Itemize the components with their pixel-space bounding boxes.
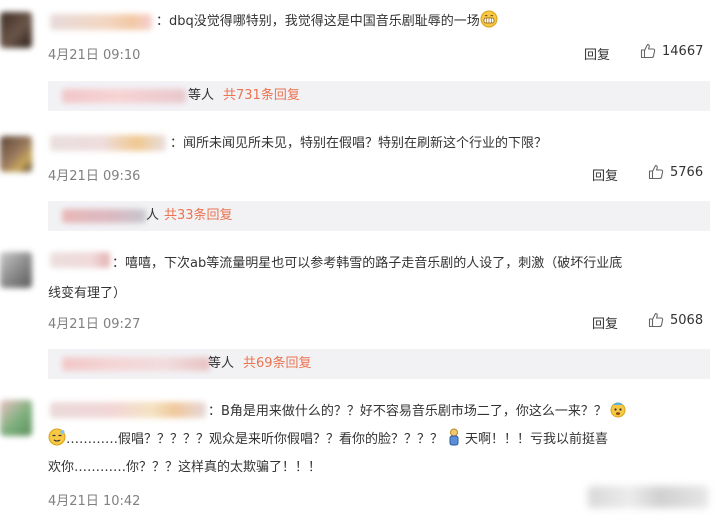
comment-time: 4月21日 09:27 xyxy=(48,317,141,332)
comment-text-line: ：闻所未闻见所未见，特别在假唱？特别在刷新这个行业的下限？ xyxy=(170,136,548,151)
username[interactable] xyxy=(50,402,206,418)
replier-names xyxy=(62,357,210,371)
reply-bar-suffix: 等人 xyxy=(208,356,235,371)
comment-text-line: 线变有理了） xyxy=(48,286,127,301)
blurred-area xyxy=(588,486,708,508)
reply-count-link[interactable]: 共69条回复 xyxy=(243,349,312,379)
comment-text-line: …………假唱？？？？？观众是来听你假唱？？看你的脸？？？？ xyxy=(66,432,444,447)
comment-text: ：闻所未闻见所未见，特别在假唱？特别在刷新这个行业的下限？ xyxy=(170,131,547,157)
comment-text: …………假唱？？？？？观众是来听你假唱？？看你的脸？？？？ 天啊！！！亏我以前挺喜 xyxy=(48,427,608,453)
reply-button[interactable]: 回复 xyxy=(592,165,618,184)
thumbs-up-icon xyxy=(640,43,656,59)
like-count: 5766 xyxy=(670,164,704,180)
avatar[interactable] xyxy=(0,136,32,172)
comment-text: ：嘻嘻，下次ab等流量明星也可以参考韩雪的路子走音乐剧的人设了，刺激（破坏行业底 xyxy=(112,251,622,277)
figure-emoji-icon xyxy=(445,428,463,446)
comment-text: ：B角是用来做什么的？？好不容易音乐剧市场二了，你这么一来？？ xyxy=(208,399,627,425)
like-button[interactable]: 5068 xyxy=(648,312,703,328)
reply-bar-suffix: 等人 xyxy=(188,88,215,103)
reply-summary-bar[interactable]: 人 共33条回复 xyxy=(48,201,710,231)
reply-button[interactable]: 回复 xyxy=(584,44,610,63)
comment-text: ：dbq没觉得哪特别，我觉得这是中国音乐剧耻辱的一场 xyxy=(156,9,498,35)
username[interactable] xyxy=(50,135,166,151)
replier-names xyxy=(62,89,186,103)
reply-button[interactable]: 回复 xyxy=(592,313,618,332)
like-count: 5068 xyxy=(670,312,704,328)
like-button[interactable]: 5766 xyxy=(648,164,703,180)
comment-text: 欢你…………你？？？这样真的太欺骗了！！！ xyxy=(48,455,321,481)
like-button[interactable]: 14667 xyxy=(640,43,703,59)
smug-emoji-icon xyxy=(48,428,66,446)
reply-bar-suffix: 人 xyxy=(146,208,160,223)
like-count: 14667 xyxy=(662,43,704,59)
reply-count-link[interactable]: 共731条回复 xyxy=(223,81,300,111)
comment-text-line: 天啊！！！亏我以前挺喜 xyxy=(465,432,609,447)
comment-text: 线变有理了） xyxy=(48,281,126,307)
grin-emoji-icon xyxy=(480,10,498,28)
comment-text-line: ：dbq没觉得哪特别，我觉得这是中国音乐剧耻辱的一场 xyxy=(156,14,480,29)
reply-count-link[interactable]: 共33条回复 xyxy=(164,201,233,231)
username[interactable] xyxy=(50,14,152,30)
comment-time: 4月21日 09:10 xyxy=(48,48,141,63)
comment-text-line: ：B角是用来做什么的？？好不容易音乐剧市场二了，你这么一来？？ xyxy=(208,404,607,419)
comment-time: 4月21日 10:42 xyxy=(48,494,141,509)
avatar[interactable] xyxy=(0,12,32,48)
username[interactable] xyxy=(50,252,110,268)
replier-names xyxy=(62,209,146,223)
avatar[interactable] xyxy=(0,400,32,436)
comment-text-line: ：嘻嘻，下次ab等流量明星也可以参考韩雪的路子走音乐剧的人设了，刺激（破坏行业底 xyxy=(112,256,623,271)
comment-time: 4月21日 09:36 xyxy=(48,169,141,184)
crying-emoji-icon xyxy=(609,400,627,418)
avatar[interactable] xyxy=(0,252,32,288)
reply-summary-bar[interactable]: 等人 共69条回复 xyxy=(48,349,710,379)
thumbs-up-icon xyxy=(648,164,664,180)
reply-summary-bar[interactable]: 等人 共731条回复 xyxy=(48,81,710,111)
thumbs-up-icon xyxy=(648,312,664,328)
comment-text-line: 欢你…………你？？？这样真的太欺骗了！！！ xyxy=(48,460,322,475)
